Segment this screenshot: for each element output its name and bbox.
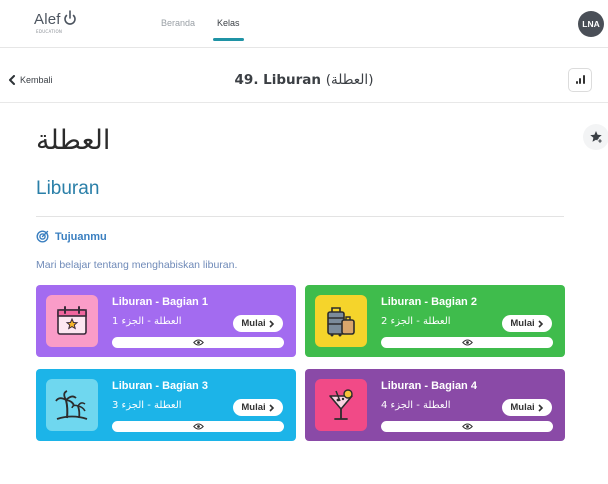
lesson-card-1[interactable]: Liburan - Bagian 1 العطلة - الجزء 1 Mula… [36,285,296,357]
luggage-icon [315,295,367,347]
goal-text: Mari belajar tentang menghabiskan libura… [36,259,238,271]
eye-icon [461,423,473,430]
progress-bar [112,337,284,348]
brand-sub: EDUCATION [36,29,63,34]
alef-logo[interactable]: Alef EDUCATION [34,10,77,34]
eye-icon [461,339,473,346]
lesson-arabic-title: العطلة [36,125,111,156]
divider [36,216,564,217]
eye-icon [192,423,204,430]
main-nav: Beranda Kelas [150,0,251,48]
nav-kelas[interactable]: Kelas [206,0,251,48]
progress-bar [381,421,553,432]
lesson-card-4[interactable]: Liburan - Bagian 4 العطلة - الجزء 4 Mula… [305,369,565,441]
top-navbar: Alef EDUCATION Beranda Kelas LNA [0,0,608,48]
chevron-right-icon [538,403,543,412]
palm-tree-icon [46,379,98,431]
card-title: Liburan - Bagian 2 [381,296,477,308]
lesson-card-2[interactable]: Liburan - Bagian 2 العطلة - الجزء 2 Mula… [305,285,565,357]
card-arabic: العطلة - الجزء 2 [381,316,451,327]
stats-button[interactable] [568,68,592,92]
start-label: Mulai [241,402,266,413]
card-title: Liburan - Bagian 1 [112,296,208,308]
calendar-icon [46,295,98,347]
start-label: Mulai [510,318,535,329]
nav-beranda[interactable]: Beranda [150,0,206,48]
start-button[interactable]: Mulai [502,399,552,416]
card-title: Liburan - Bagian 4 [381,380,477,392]
chevron-right-icon [269,403,274,412]
bar-chart-icon [575,81,578,84]
progress-bar [112,421,284,432]
start-label: Mulai [510,402,535,413]
unit-title: 49. Liburan (العطلة) [0,72,608,88]
unit-title-arabic: (العطلة) [325,72,374,88]
card-arabic: العطلة - الجزء 1 [112,316,182,327]
unit-title-latin: 49. Liburan [234,72,322,88]
card-arabic: العطلة - الجزء 3 [112,400,182,411]
start-button[interactable]: Mulai [233,315,283,332]
cocktail-icon [315,379,367,431]
alef-logo-icon [63,10,76,25]
start-button[interactable]: Mulai [502,315,552,332]
goal-label: Tujuanmu [55,230,107,243]
bar-chart-icon-bar [582,75,585,84]
favorite-button[interactable] [583,124,608,150]
progress-bar [381,337,553,348]
unit-header: Kembali 49. Liburan (العطلة) [0,57,608,103]
start-button[interactable]: Mulai [233,399,283,416]
goal-heading: Tujuanmu [36,230,107,243]
lesson-card-3[interactable]: Liburan - Bagian 3 العطلة - الجزء 3 Mula… [36,369,296,441]
star-plus-icon [590,131,603,144]
eye-icon [192,339,204,346]
card-arabic: العطلة - الجزء 4 [381,400,451,411]
card-title: Liburan - Bagian 3 [112,380,208,392]
user-avatar[interactable]: LNA [578,11,604,37]
bar-chart-icon-bar [579,78,581,84]
chevron-right-icon [269,319,274,328]
lesson-latin-title: Liburan [36,178,100,199]
brand-name: Alef [34,11,61,28]
start-label: Mulai [241,318,266,329]
target-icon [36,230,49,243]
chevron-right-icon [538,319,543,328]
